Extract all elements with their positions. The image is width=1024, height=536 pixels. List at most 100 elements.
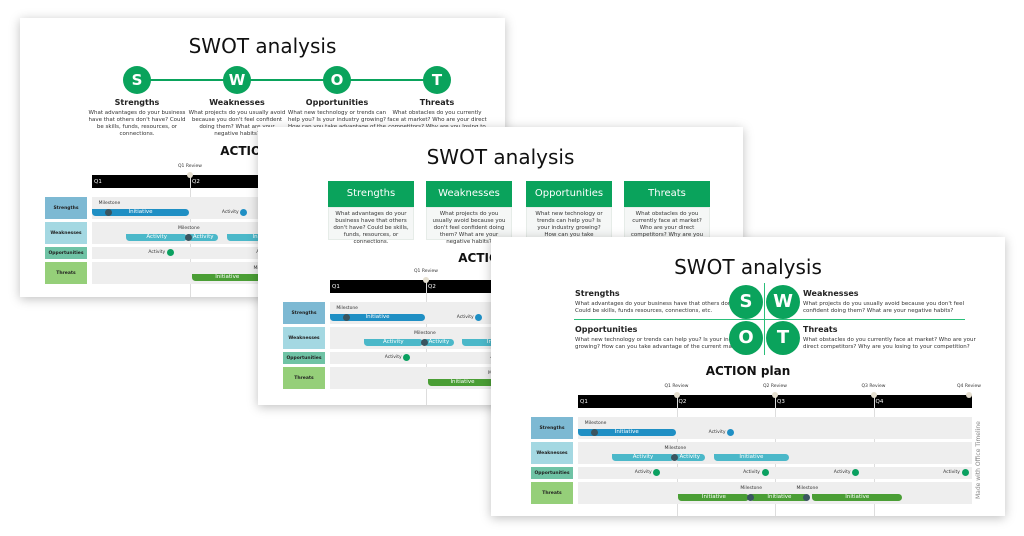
milestone-marker[interactable] <box>420 339 428 346</box>
swot-name: Threats <box>419 98 455 107</box>
quadrant-description: What projects do you usually avoid becau… <box>803 301 964 314</box>
activity-marker[interactable] <box>761 469 769 476</box>
review-label: Q1 Review <box>414 269 438 274</box>
milestone-label: Milestone <box>178 226 200 231</box>
slide-title: SWOT analysis <box>188 34 337 58</box>
quadrant-name: Threats <box>803 325 838 334</box>
swot-circle-w: W <box>766 285 800 319</box>
action-plan-title: ACTION plan <box>705 364 791 378</box>
swot-name: Weaknesses <box>209 98 265 107</box>
initiative-bar[interactable]: Activity <box>363 339 424 346</box>
quarter-label: Q2 <box>192 179 200 185</box>
swot-box-description: What new technology or trends can help y… <box>526 207 612 252</box>
swot-box-description: What advantages do your business have th… <box>328 207 414 245</box>
row-label-threats: Threats <box>45 262 87 284</box>
swot-box-threats: Threats What obstacles do you currently f… <box>624 181 710 245</box>
milestone-marker[interactable] <box>746 494 754 501</box>
swot-circle-s: S <box>729 285 763 319</box>
activity-marker[interactable] <box>166 249 174 256</box>
quarter-label: Q4 <box>875 399 884 405</box>
milestone-marker[interactable] <box>342 314 350 321</box>
row-label-strengths: Strengths <box>45 197 87 219</box>
initiative-bar[interactable]: Initiative <box>713 454 789 461</box>
review-marker <box>870 392 877 398</box>
initiative-bar[interactable]: Initiative <box>812 494 903 501</box>
milestone-label: Milestone <box>336 306 358 311</box>
swot-box-header: Threats <box>624 181 710 207</box>
activity-label: Activity <box>221 210 239 215</box>
swot-box-header: Strengths <box>328 181 414 207</box>
quadrant-name: Opportunities <box>575 325 638 334</box>
review-label: Q3 Review <box>861 384 886 389</box>
milestone-label: Milestone <box>796 486 819 491</box>
swot-circle-t: T <box>766 321 800 355</box>
quadrant-description: What advantages do your business have th… <box>575 301 754 314</box>
milestone-label: Milestone <box>98 201 121 206</box>
milestone-marker[interactable] <box>671 454 679 461</box>
swot-circle-w: W <box>223 66 251 94</box>
milestone-marker[interactable] <box>803 494 811 501</box>
initiative-bar[interactable]: Initiative <box>750 494 809 501</box>
initiative-bar[interactable]: Activity <box>674 454 706 461</box>
quadrant-name: Weaknesses <box>803 289 859 298</box>
quarter-label: Q1 <box>332 284 340 290</box>
swot-circle-o: O <box>729 321 763 355</box>
row-label-threats: Threats <box>531 482 573 504</box>
row-label-opportunities: Opportunities <box>45 247 87 259</box>
activity-label: Activity <box>708 430 726 435</box>
initiative-bar[interactable]: Initiative <box>191 274 263 281</box>
review-label: Q1 Review <box>178 164 202 169</box>
activity-marker[interactable] <box>961 469 969 476</box>
quadrant-vertical-line <box>764 283 765 355</box>
review-marker <box>966 392 972 398</box>
quarter-label: Q1 <box>94 179 102 185</box>
review-marker <box>673 392 680 398</box>
swot-box-header: Opportunities <box>526 181 612 207</box>
review-marker <box>423 277 429 283</box>
swot-circle-s: S <box>123 66 151 94</box>
milestone-label: Milestone <box>584 421 607 426</box>
swot-name: Opportunities <box>305 98 369 107</box>
initiative-bar[interactable]: Activity <box>188 234 219 241</box>
swot-box-strengths: Strengths What advantages do your busines… <box>328 181 414 245</box>
swot-name: Strengths <box>114 98 160 107</box>
milestone-label: Milestone <box>664 446 687 451</box>
milestone-label: Milestone <box>740 486 763 491</box>
activity-label: Activity <box>634 470 652 475</box>
row-label-opportunities: Opportunities <box>283 352 325 364</box>
review-label: Q4 Review <box>957 384 981 389</box>
initiative-bar[interactable]: Initiative <box>678 494 750 501</box>
review-marker <box>187 172 193 178</box>
activity-label: Activity <box>943 470 960 475</box>
initiative-bar[interactable]: Activity <box>612 454 674 461</box>
quadrant-name: Strengths <box>575 289 620 298</box>
activity-label: Activity <box>833 470 851 475</box>
row-label-weaknesses: Weaknesses <box>45 222 87 244</box>
slide-swot-quadrant[interactable]: SWOT analysis ACTION plan Made with Offi… <box>491 237 1005 516</box>
row-label-weaknesses: Weaknesses <box>531 442 573 464</box>
swot-box-weaknesses: Weaknesses What projects do you usually a… <box>426 181 512 245</box>
activity-label: Activity <box>456 315 474 320</box>
quadrant-description: What obstacles do you currently face at … <box>803 337 976 350</box>
swot-connector-line <box>137 79 437 81</box>
activity-label: Activity <box>148 250 166 255</box>
quarter-label: Q2 <box>428 284 436 290</box>
row-label-strengths: Strengths <box>283 302 325 324</box>
swot-box-description: What projects do you usually avoid becau… <box>426 207 512 245</box>
row-label-weaknesses: Weaknesses <box>283 327 325 349</box>
office-timeline-brand: Made with Office Timeline <box>975 421 982 499</box>
quarter-label: Q1 <box>580 399 588 405</box>
quarter-label: Q3 <box>777 399 785 405</box>
initiative-bar[interactable]: Activity <box>126 234 188 241</box>
row-label-threats: Threats <box>283 367 325 389</box>
review-marker <box>772 392 778 398</box>
swot-box-header: Weaknesses <box>426 181 512 207</box>
milestone-marker[interactable] <box>184 234 192 241</box>
swot-description: What advantages do your business have th… <box>88 110 186 137</box>
initiative-bar[interactable]: Activity <box>424 339 454 346</box>
initiative-bar[interactable]: Initiative <box>427 379 497 386</box>
swot-box-description: What obstacles do you currently face at … <box>624 207 710 245</box>
quarter-label: Q2 <box>678 399 687 405</box>
review-label: Q2 Review <box>763 384 787 389</box>
milestone-label: Milestone <box>414 331 436 336</box>
